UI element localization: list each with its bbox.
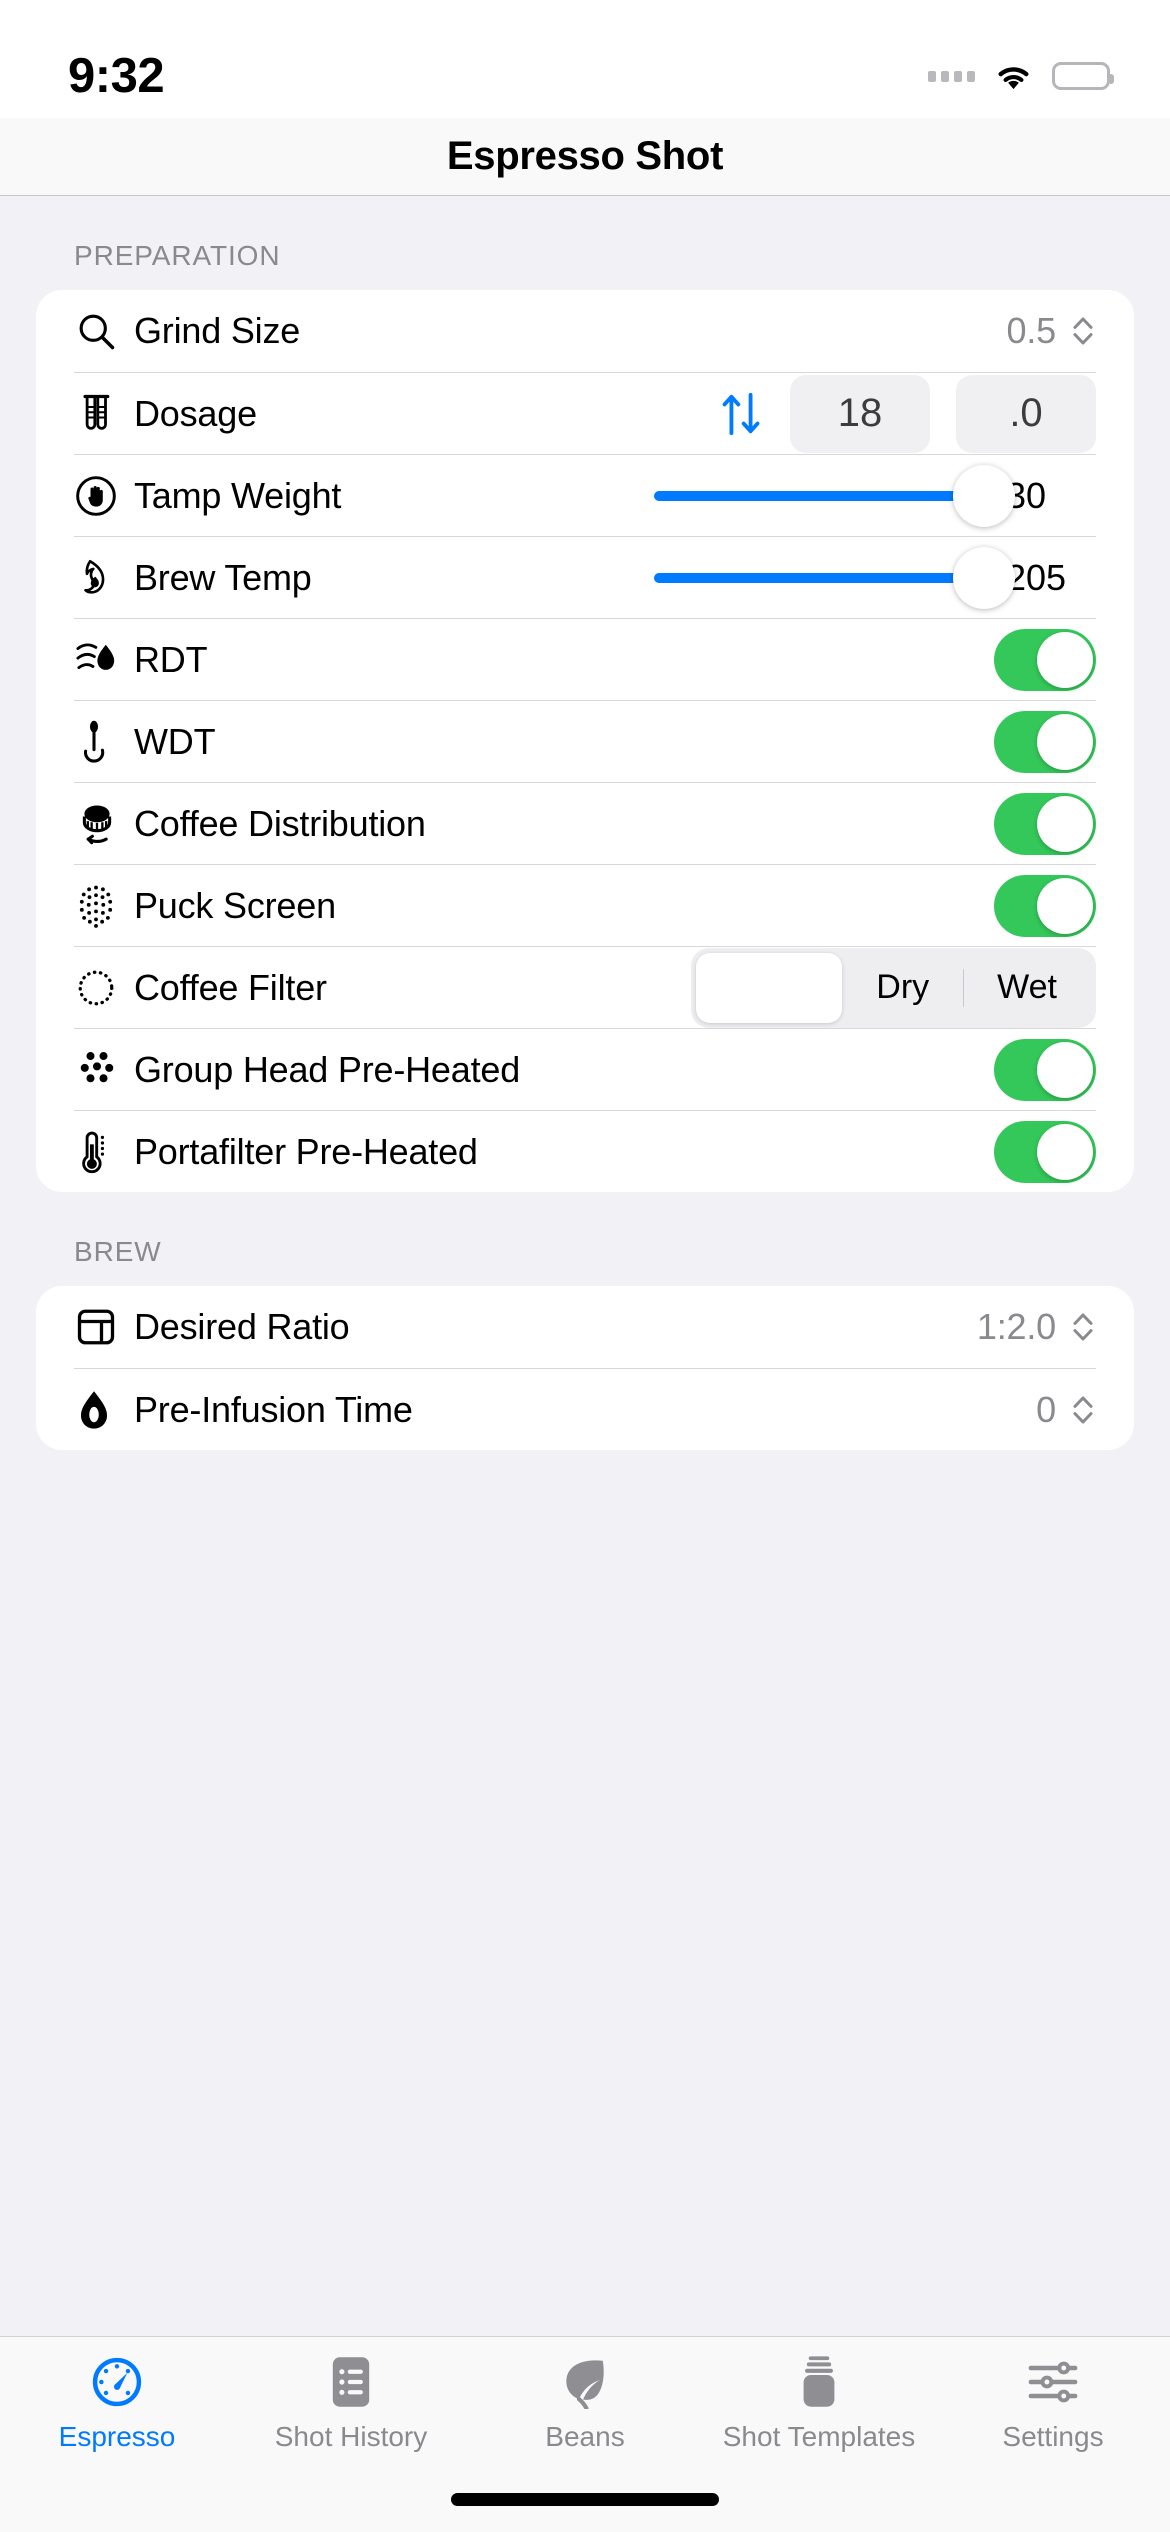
row-label: Dosage bbox=[134, 392, 257, 434]
leaf-icon bbox=[557, 2351, 613, 2413]
flame-drop-icon bbox=[74, 556, 134, 600]
row-label: WDT bbox=[134, 720, 216, 762]
tab-label: Beans bbox=[545, 2421, 625, 2452]
segment-none[interactable] bbox=[696, 952, 843, 1023]
row-label: Desired Ratio bbox=[134, 1306, 350, 1347]
chevron-up-down-icon[interactable] bbox=[1070, 313, 1096, 349]
desired-ratio-value: 1:2.0 bbox=[976, 1306, 1056, 1347]
row-brew-temp[interactable]: Brew Temp 205 bbox=[36, 536, 1134, 618]
tab-shot-history[interactable]: Shot History bbox=[234, 2351, 468, 2453]
wifi-icon bbox=[998, 66, 1029, 89]
row-dosage[interactable]: Dosage 18 .0 bbox=[36, 372, 1134, 454]
segment-wet[interactable]: Wet bbox=[963, 953, 1091, 1023]
puck-screen-toggle[interactable] bbox=[994, 874, 1096, 937]
home-indicator bbox=[451, 2493, 719, 2506]
row-label: Pre-Infusion Time bbox=[134, 1388, 413, 1430]
puck-distribution-icon bbox=[74, 802, 134, 846]
row-label: Group Head Pre-Heated bbox=[134, 1048, 521, 1090]
brew-temp-slider[interactable] bbox=[654, 546, 1015, 609]
status-bar: 9:32 bbox=[0, 0, 1170, 118]
status-indicators bbox=[928, 61, 1114, 92]
group-head-preheated-toggle[interactable] bbox=[994, 1038, 1096, 1101]
up-down-arrows-icon[interactable] bbox=[718, 389, 764, 439]
chevron-up-down-icon[interactable] bbox=[1070, 1392, 1096, 1428]
row-label: Puck Screen bbox=[134, 884, 336, 926]
row-rdt[interactable]: RDT bbox=[36, 618, 1134, 700]
brew-card: Desired Ratio 1:2.0 Pre-Infusion Time 0 bbox=[36, 1286, 1134, 1450]
signal-dots-icon bbox=[928, 70, 975, 82]
rdt-toggle[interactable] bbox=[994, 628, 1096, 691]
list-doc-icon bbox=[325, 2351, 377, 2413]
tab-label: Shot History bbox=[274, 2421, 428, 2452]
row-portafilter-preheated[interactable]: Portafilter Pre-Heated bbox=[36, 1110, 1134, 1192]
status-time: 9:32 bbox=[68, 49, 165, 103]
row-puck-screen[interactable]: Puck Screen bbox=[36, 864, 1134, 946]
tab-shot-templates[interactable]: Shot Templates bbox=[702, 2351, 936, 2453]
needle-pin-icon bbox=[74, 719, 134, 765]
tab-label: Espresso bbox=[58, 2421, 176, 2452]
row-label: Tamp Weight bbox=[134, 474, 342, 516]
magnifying-glass-icon bbox=[74, 309, 134, 353]
tab-beans[interactable]: Beans bbox=[468, 2351, 702, 2453]
row-label: Brew Temp bbox=[134, 556, 312, 598]
tab-label: Settings bbox=[1002, 2421, 1104, 2452]
dosage-fraction-field[interactable]: .0 bbox=[956, 374, 1096, 453]
tamp-weight-slider[interactable] bbox=[654, 464, 1015, 527]
test-tubes-icon bbox=[74, 392, 134, 436]
dosage-whole-field[interactable]: 18 bbox=[790, 374, 930, 453]
row-wdt[interactable]: WDT bbox=[36, 700, 1134, 782]
portafilter-preheated-toggle[interactable] bbox=[994, 1120, 1096, 1183]
row-label: Grind Size bbox=[134, 310, 301, 351]
puck-screen-dots-icon bbox=[74, 883, 134, 929]
app-screen: 9:32 Espresso Shot PREPARATION Grind Siz… bbox=[0, 0, 1170, 2532]
battery-icon bbox=[1052, 62, 1114, 90]
row-desired-ratio[interactable]: Desired Ratio 1:2.0 bbox=[36, 1286, 1134, 1368]
jar-icon bbox=[793, 2351, 845, 2413]
wdt-toggle[interactable] bbox=[994, 710, 1096, 773]
sliders-icon bbox=[1025, 2351, 1081, 2413]
dotted-circle-icon bbox=[74, 966, 134, 1010]
brew-temp-value: 205 bbox=[1006, 556, 1067, 598]
settings-scroll-view[interactable]: PREPARATION Grind Size 0.5 Dosage 18 .0 … bbox=[0, 196, 1170, 2336]
preparation-card: Grind Size 0.5 Dosage 18 .0 Tamp Weight … bbox=[36, 290, 1134, 1192]
row-tamp-weight[interactable]: Tamp Weight 30 bbox=[36, 454, 1134, 536]
coffee-distribution-toggle[interactable] bbox=[994, 792, 1096, 855]
row-label: Coffee Filter bbox=[134, 966, 327, 1008]
water-spray-icon bbox=[74, 639, 134, 681]
grind-size-value: 0.5 bbox=[1006, 310, 1057, 351]
section-header-brew: BREW bbox=[74, 1236, 162, 1267]
gauge-icon bbox=[89, 2351, 145, 2413]
tamp-weight-value: 30 bbox=[1006, 474, 1047, 516]
row-group-head-preheated[interactable]: Group Head Pre-Heated bbox=[36, 1028, 1134, 1110]
pre-infusion-time-value: 0 bbox=[1036, 1388, 1056, 1430]
thermometer-icon bbox=[74, 1129, 134, 1175]
coffee-filter-segmented-control[interactable]: Dry Wet bbox=[691, 947, 1096, 1028]
page-title: Espresso Shot bbox=[446, 134, 724, 178]
row-grind-size[interactable]: Grind Size 0.5 bbox=[36, 290, 1134, 372]
tab-label: Shot Templates bbox=[722, 2421, 916, 2452]
segment-dry[interactable]: Dry bbox=[842, 953, 963, 1023]
water-drop-icon bbox=[74, 1387, 134, 1433]
tab-espresso[interactable]: Espresso bbox=[0, 2351, 234, 2453]
section-header-preparation: PREPARATION bbox=[74, 240, 281, 271]
row-coffee-distribution[interactable]: Coffee Distribution bbox=[36, 782, 1134, 864]
shower-head-icon bbox=[74, 1048, 134, 1092]
row-pre-infusion-time[interactable]: Pre-Infusion Time 0 bbox=[36, 1368, 1134, 1450]
tab-bar: Espresso Shot History Beans Shot Templat… bbox=[0, 2336, 1170, 2532]
ratio-layout-icon bbox=[74, 1305, 134, 1349]
chevron-up-down-icon[interactable] bbox=[1070, 1309, 1096, 1345]
hand-tamp-icon bbox=[74, 474, 134, 518]
navigation-bar: Espresso Shot bbox=[0, 118, 1170, 196]
row-coffee-filter[interactable]: Coffee Filter Dry Wet bbox=[36, 946, 1134, 1028]
row-label: Coffee Distribution bbox=[134, 802, 426, 844]
tab-settings[interactable]: Settings bbox=[936, 2351, 1170, 2453]
row-label: RDT bbox=[134, 638, 208, 680]
row-label: Portafilter Pre-Heated bbox=[134, 1130, 478, 1172]
